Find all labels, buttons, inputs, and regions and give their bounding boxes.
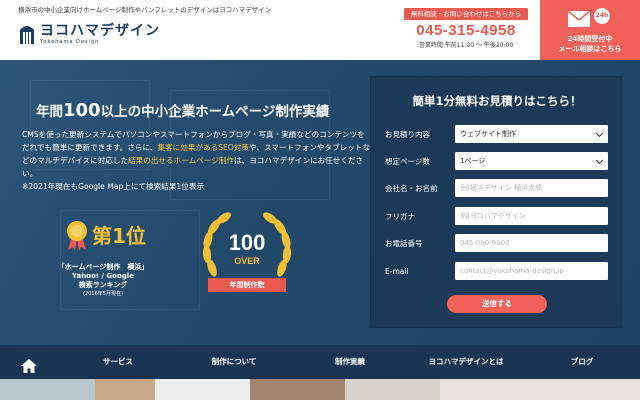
field-label: 想定ページ数 <box>385 156 430 166</box>
furigana-field[interactable]: 例)ヨコハマデザイン <box>455 207 608 225</box>
production-count-award: 100 OVER 年間制作数 <box>192 208 302 308</box>
logo-sub: Yokohama Design <box>40 38 100 45</box>
estimate-form: 簡単1分無料お見積りはこちら！ お見積り内容 ウェブサイト制作 想定ページ数 1… <box>370 76 622 328</box>
mail-consult-button[interactable]: 24h 24時間受付中 メール相談はこちら <box>540 0 640 60</box>
award-line3: 検索ランキング <box>78 281 128 289</box>
over-label: OVER <box>234 256 260 266</box>
logo-mark-icon <box>18 22 36 46</box>
email-field[interactable]: contact@yokohama-design.jp <box>455 262 608 280</box>
phone-field[interactable]: 045-000-0000 <box>455 234 608 252</box>
site-header: 横浜市の中小企業向けホームページ制作やパンフレットのデザインはヨコハマデザイン … <box>0 0 640 60</box>
mail-line2: メール相談はこちら <box>558 45 622 53</box>
banner-image[interactable] <box>155 379 250 400</box>
form-row-phone: お電話番号 045-000-0000 <box>385 234 609 252</box>
contact-box: 無料相談・お問い合わせはこちらから 045-315-4958 営業時間 午前11… <box>404 8 528 56</box>
nav-item-about-production[interactable]: 制作について <box>176 345 292 379</box>
form-row-name: 会社名・お名前 例)横浜デザイン 横浜太郎 <box>385 179 609 197</box>
medal-icon <box>64 220 90 252</box>
field-label: お見積り内容 <box>385 129 430 139</box>
banner-image[interactable] <box>0 379 95 400</box>
nav-home[interactable] <box>0 345 60 379</box>
banner-image[interactable] <box>440 379 640 400</box>
hundred-number: 100 <box>228 230 266 255</box>
form-row-page-count: 想定ページ数 1ページ <box>385 152 609 170</box>
submit-button[interactable]: 送信する <box>447 295 547 313</box>
form-row-estimate-type: お見積り内容 ウェブサイト制作 <box>385 125 609 143</box>
page-count-select[interactable]: 1ページ <box>455 152 608 170</box>
site-logo[interactable]: ヨコハマデザイン Yokohama Design <box>18 22 160 46</box>
hero-description: CMSを使った更新システムでパソコンやスマートフォンからブログ・写真・実績などの… <box>22 130 371 191</box>
award-line2: Yahoo! / Google <box>72 272 134 280</box>
banner-image[interactable] <box>250 379 345 400</box>
business-hours: 営業時間 午前11:00 〜 午後20:00 <box>418 42 514 49</box>
estimate-type-select[interactable]: ウェブサイト制作 <box>455 125 608 143</box>
logo-name: ヨコハマデザイン <box>40 22 160 39</box>
field-label: お電話番号 <box>385 238 423 248</box>
phone-number[interactable]: 045-315-4958 <box>404 22 528 39</box>
badge-24h: 24h <box>594 8 610 24</box>
name-field[interactable]: 例)横浜デザイン 横浜太郎 <box>455 179 608 197</box>
contact-label: 無料相談・お問い合わせはこちらから <box>404 8 528 20</box>
home-icon <box>21 354 37 373</box>
global-nav: サービス 制作について 制作実績 ヨコハマデザインとは ブログ <box>0 345 640 379</box>
mail-icon <box>567 10 591 28</box>
banner-image[interactable] <box>345 379 440 400</box>
form-title: 簡単1分無料お見積りはこちら！ <box>412 94 582 108</box>
annual-production-ribbon: 年間制作数 <box>208 278 286 292</box>
nav-item-blog[interactable]: ブログ <box>524 345 640 379</box>
field-label: フリガナ <box>385 211 415 221</box>
hero-note: ※2021年現在もGoogle Map上にて検索結果1位表示 <box>22 182 205 191</box>
form-row-email: E-mail contact@yokohama-design.jp <box>385 262 609 280</box>
banner-image[interactable] <box>95 379 155 400</box>
hero-title: 年間100以上の中小企業ホームページ制作実績 <box>36 100 330 121</box>
field-label: E-mail <box>385 266 409 276</box>
award-line4: (2016年5月現在) <box>83 291 123 297</box>
form-row-furigana: フリガナ 例)ヨコハマデザイン <box>385 207 609 225</box>
first-place-label: 第1位 <box>92 224 146 248</box>
field-label: 会社名・お名前 <box>385 183 438 193</box>
award-line1: 「ホームページ制作 横浜」 <box>57 263 149 271</box>
banner-image-strip <box>0 379 640 400</box>
nav-item-about-company[interactable]: ヨコハマデザインとは <box>408 345 524 379</box>
mail-line1: 24時間受付中 <box>567 35 613 43</box>
nav-item-service[interactable]: サービス <box>60 345 176 379</box>
site-tagline: 横浜市の中小企業向けホームページ制作やパンフレットのデザインはヨコハマデザイン <box>18 6 272 14</box>
nav-item-works[interactable]: 制作実績 <box>292 345 408 379</box>
